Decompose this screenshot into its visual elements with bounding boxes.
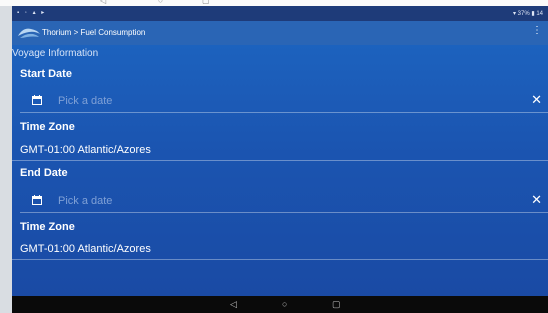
end-date-label: End Date [20, 167, 68, 179]
end-time-zone-value: GMT-01:00 Atlantic/Azores [20, 243, 151, 255]
battery-icon: ▮ [531, 11, 535, 17]
start-time-zone-label: Time Zone [20, 121, 75, 133]
system-nav-bar: ◁ ○ ▢ [12, 296, 548, 313]
recents-button[interactable]: ▢ [332, 299, 341, 310]
back-glyph: ◁ [100, 0, 107, 5]
calendar-icon [32, 195, 42, 205]
wifi-icon: ▾ [512, 11, 516, 17]
home-button[interactable]: ○ [282, 299, 287, 309]
close-icon[interactable]: ✕ [531, 192, 542, 208]
battery-text: 37% [517, 11, 530, 17]
notification-icons: ▪ ◦ ▴ ▸ [17, 10, 47, 16]
end-date-field[interactable]: Pick a date ✕ [20, 192, 548, 213]
app-bar: Thorium > Fuel Consumption ⋮ [12, 21, 548, 45]
thorium-logo-icon [18, 28, 40, 38]
recents-glyph: ▢ [202, 0, 210, 5]
start-date-field[interactable]: Pick a date ✕ [20, 92, 548, 113]
calendar-icon [32, 95, 42, 105]
status-right: ▾ 37% ▮ 14 [513, 10, 543, 17]
section-title: Voyage Information [12, 48, 99, 59]
start-time-zone-field[interactable]: GMT-01:00 Atlantic/Azores [12, 142, 548, 161]
home-glyph: ○ [158, 0, 163, 5]
close-icon[interactable]: ✕ [531, 92, 542, 108]
start-date-label: Start Date [20, 68, 72, 80]
device-screen: ▪ ◦ ▴ ▸ ▾ 37% ▮ 14 Thorium > Fuel Consum… [12, 6, 548, 313]
status-bar: ▪ ◦ ▴ ▸ ▾ 37% ▮ 14 [12, 6, 548, 21]
start-date-placeholder: Pick a date [58, 95, 113, 107]
start-time-zone-value: GMT-01:00 Atlantic/Azores [20, 144, 151, 156]
clock-text: 14 [536, 11, 543, 17]
back-button[interactable]: ◁ [230, 299, 237, 310]
app-title: Thorium > Fuel Consumption [42, 28, 146, 37]
more-vert-icon[interactable]: ⋮ [532, 26, 542, 36]
end-time-zone-field[interactable]: GMT-01:00 Atlantic/Azores [12, 241, 548, 260]
end-time-zone-label: Time Zone [20, 221, 75, 233]
end-date-placeholder: Pick a date [58, 195, 113, 207]
